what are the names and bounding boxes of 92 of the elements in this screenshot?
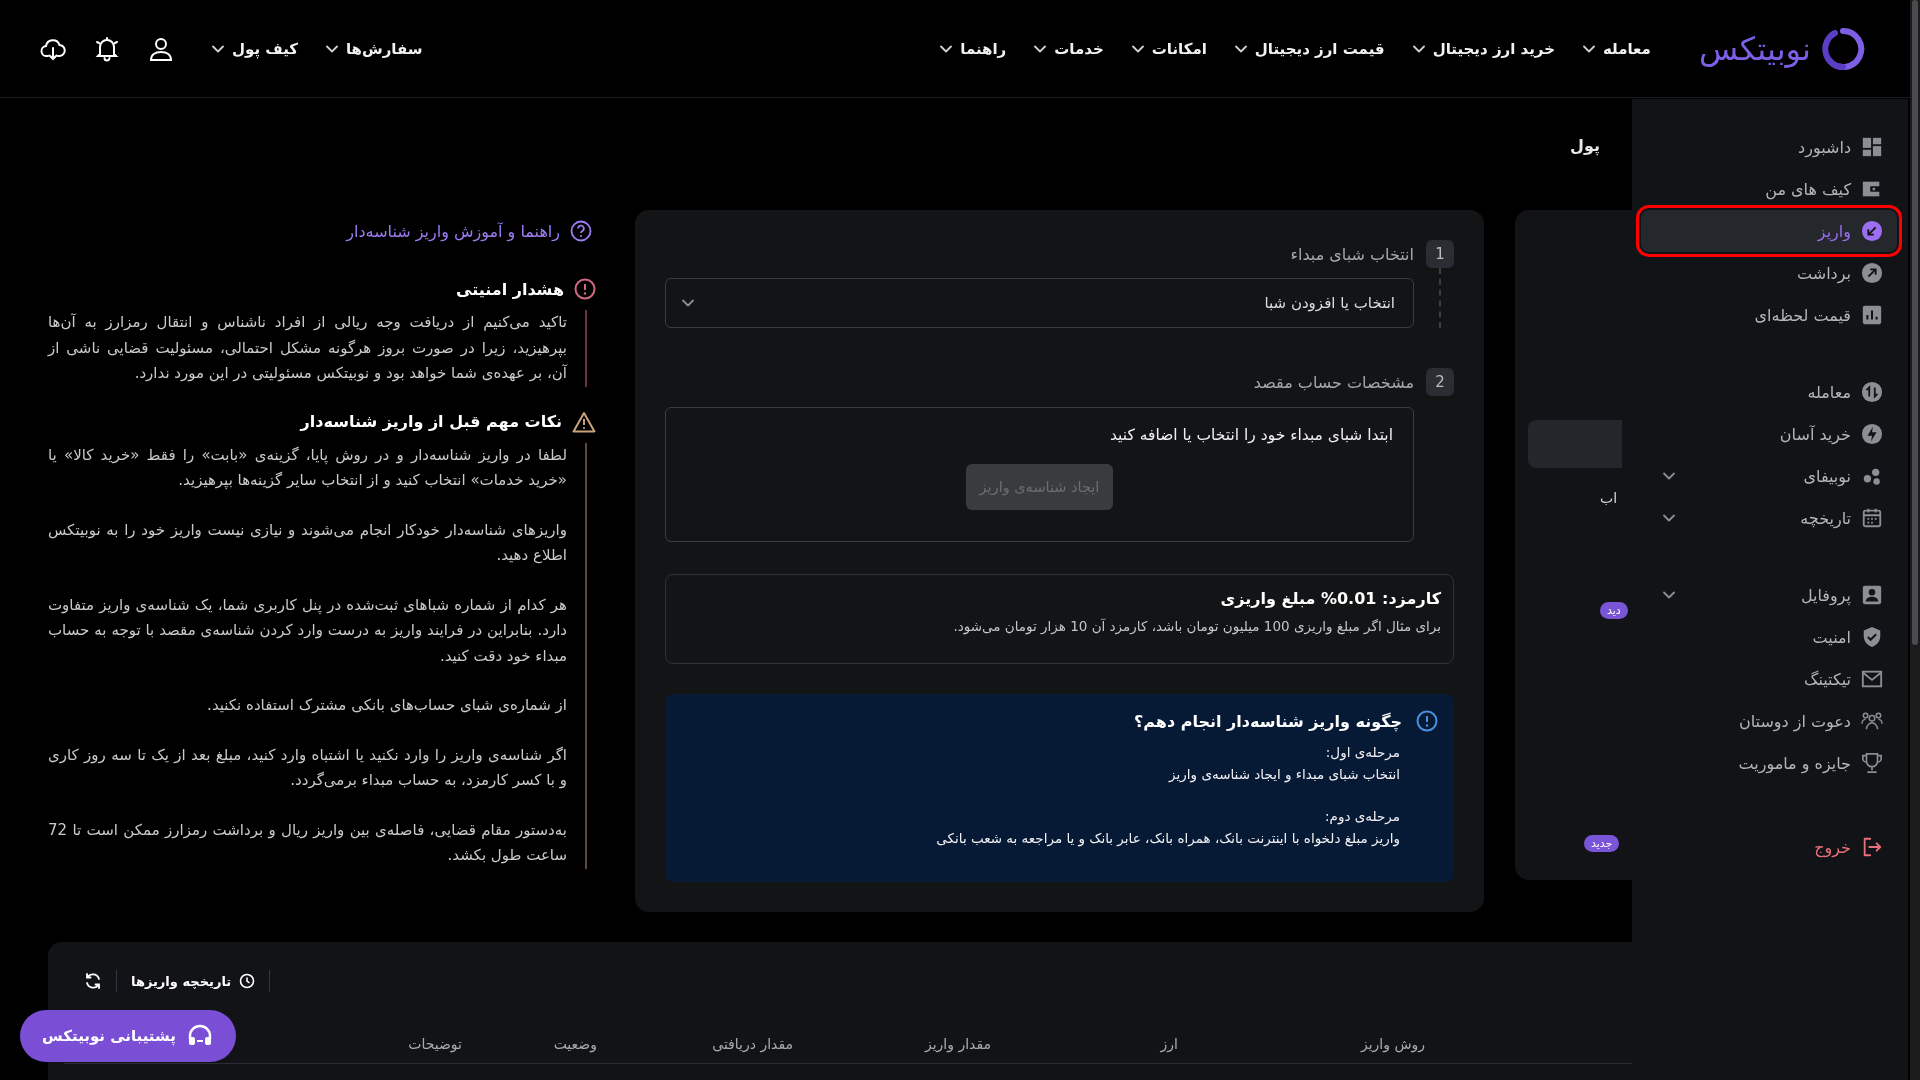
nav-menu[interactable]: کیف پول (212, 39, 298, 58)
sidebar-item[interactable]: جایزه و ماموریت (1641, 742, 1897, 784)
iban-select[interactable]: انتخاب یا افزودن شبا (665, 278, 1414, 328)
warning-icon (572, 410, 596, 433)
stage-text: واریز مبلغ دلخواه با اینترنت بانک، همراه بانک، عابر بانک و یا مراجعه به شعب بانکی (935, 830, 1400, 846)
arrow-down-left-icon (1861, 220, 1883, 242)
trophy-icon (1861, 752, 1883, 774)
column-header: روش واریز (1360, 1036, 1425, 1052)
sidebar-item[interactable]: دعوت از دوستان (1641, 700, 1897, 742)
new-badge: جدید (1584, 835, 1620, 852)
chevron-down-icon (326, 44, 338, 53)
sidebar-item[interactable]: پروفایل (1641, 574, 1897, 616)
stage-label: مرحله‌ی اول: (1324, 744, 1400, 760)
logout-icon (1861, 836, 1883, 858)
notice-text: به‌دستور مقام قضایی، فاصله‌ی بین واریز ریال و برداشت رمزارز ممکن است تا 72 ساعت طول بکشد. (48, 819, 567, 866)
nav-menu[interactable]: امکانات (1131, 39, 1207, 58)
nav-menu[interactable]: معامله (1582, 39, 1651, 58)
chevron-down-icon (1034, 44, 1047, 53)
notice-text: لطفا در واریز شناسه‌دار و در روش پایا، گزینه‌ی «بابت» را فقط «خرید کالا» یا «خرید خدمات» انتخاب کنید و از انتخاب سایر گزینه‌ها بپرهیزید. (48, 444, 567, 492)
fee-title: کارمزد: 0.01% مبلغ واریزی (1219, 589, 1441, 608)
swap-icon (1861, 381, 1883, 403)
nav-menu[interactable]: راهنما (940, 39, 1007, 58)
step-title: مشخصات حساب مقصد (1252, 371, 1414, 394)
user-icon[interactable] (148, 35, 174, 62)
notice-text: اگر شناسه‌ی واریز را وارد نکنید یا اشتباه وارد کنید، مبلغ بعد از یک تا سه روز کاری و با کسر کارمزد، به حساب مبداء برمی‌گردد. (48, 744, 567, 791)
support-button[interactable]: پشتیبانی نوبیتکس (20, 1010, 236, 1062)
nav-menu[interactable]: خدمات (1034, 39, 1104, 58)
page-title: پول (1570, 136, 1600, 155)
lightning-icon (1861, 423, 1883, 445)
alert-circle-icon (574, 278, 596, 300)
chevron-down-icon (1234, 44, 1247, 53)
scrollbar[interactable] (1910, 0, 1920, 1080)
nav-menu[interactable]: قیمت ارز دیجیتال (1234, 39, 1385, 58)
step-number: 1 (1426, 240, 1454, 268)
help-icon (570, 220, 592, 242)
notice-text: هر کدام از شماره شباهای ثبت‌شده در پنل کاربری شما، یک شناسه‌ی واریز متفاوت دارد. بنابراین در فرایند واریز به درست وارد کردن شناسه‌ی مقصد با توجه به حساب مبداء خود دقت کنید. (48, 594, 567, 667)
history-tab[interactable]: تاریخچه واریزها (131, 973, 256, 989)
sidebar-item[interactable]: امنیت (1641, 616, 1897, 658)
clock-icon (239, 973, 256, 989)
sidebar-item[interactable]: معامله (1641, 371, 1897, 413)
chevron-down-icon (1663, 514, 1675, 522)
id-card-icon (1861, 584, 1883, 606)
people-icon (1861, 710, 1883, 732)
calendar-icon (1861, 507, 1883, 529)
bell-icon[interactable] (94, 35, 120, 62)
notice-title: هشدار امنیتی (455, 279, 564, 299)
fee-note: برای مثال اگر مبلغ واریزی 100 میلیون تومان باشد، کارمزد آن 10 هزار تومان می‌شود. (952, 618, 1441, 634)
help-link[interactable]: راهنما و آموزش واریز شناسه‌دار (48, 220, 604, 242)
envelope-icon (1861, 668, 1883, 690)
sidebar-item[interactable]: داشبورد (1641, 126, 1897, 168)
refresh-icon[interactable] (84, 972, 102, 990)
logo-text: نوبیتکس (1698, 29, 1811, 68)
notice-text: از شماره‌ی شبای حساب‌های بانکی مشترک استفاده نکنید. (206, 695, 567, 716)
sidebar-item[interactable]: برداشت (1641, 252, 1897, 294)
sidebar-item[interactable]: تیکتینگ (1641, 658, 1897, 700)
chevron-down-icon (212, 44, 224, 53)
chevron-down-icon (1663, 472, 1675, 480)
sidebar-item[interactable]: تاریخچه (1641, 497, 1897, 539)
nav-menu[interactable]: سفارش‌ها (326, 39, 423, 58)
stage-text: انتخاب شبای مبداء و ایجاد شناسه‌ی واریز (1167, 766, 1400, 782)
chevron-down-icon (682, 299, 694, 307)
notice-title: نکات مهم قبل از واریز شناسه‌دار (300, 412, 562, 431)
sidebar-item[interactable]: قیمت لحظه‌ای (1641, 294, 1897, 336)
sidebar-item[interactable]: نوبیفای (1641, 455, 1897, 497)
logo-icon (1821, 26, 1865, 71)
chevron-down-icon (1412, 44, 1425, 53)
chevron-down-icon (1131, 44, 1144, 53)
notice-text: واریزهای شناسه‌دار خودکار انجام می‌شوند و نیازی نیست واریز خود را به نوبیتکس اطلاع دهید. (48, 519, 567, 566)
info-icon (1416, 710, 1438, 732)
panel-text: اب (1600, 490, 1618, 506)
column-header: توضیحات (408, 1036, 462, 1052)
arrow-up-right-icon (1861, 262, 1883, 284)
stage-label: مرحله‌ی دوم: (1323, 808, 1400, 824)
column-header: مقدار دریافتی (712, 1036, 793, 1052)
step-number: 2 (1426, 368, 1454, 396)
logout-item[interactable]: خروج (1641, 826, 1897, 868)
dashboard-icon (1861, 136, 1883, 158)
chevron-down-icon (940, 44, 953, 53)
notice-text: تاکید می‌کنیم از دریافت وجه ریالی از افراد ناشناس و انتقال رمزارز به آن‌ها بپرهیزید، زیرا در صورت بروز هرگونه مشکل احتمالی، مسئولیت قضایی ناشی از آن، بر عهده‌ی شما خواهد بود و نوبیتکس مسئولیتی در این مورد ندارد. (48, 312, 567, 384)
column-header: ارز (1160, 1036, 1178, 1052)
chevron-down-icon (1582, 44, 1595, 53)
bar-chart-icon (1861, 304, 1883, 326)
column-header: وضعیت (553, 1036, 597, 1052)
new-badge: دید (1600, 602, 1628, 619)
sidebar-item[interactable]: خرید آسان (1641, 413, 1897, 455)
nav-menu[interactable]: خرید ارز دیجیتال (1412, 39, 1555, 58)
column-header: مقدار واریز (924, 1036, 991, 1052)
chevron-down-icon (1663, 591, 1675, 599)
shield-check-icon (1861, 626, 1883, 648)
step-title: انتخاب شبای مبداء (1289, 243, 1414, 266)
guide-title: چگونه واریز شناسه‌دار انجام دهم؟ (1134, 711, 1402, 731)
account-message: ابتدا شبای مبداء خود را انتخاب یا اضافه کنید (1109, 426, 1393, 444)
